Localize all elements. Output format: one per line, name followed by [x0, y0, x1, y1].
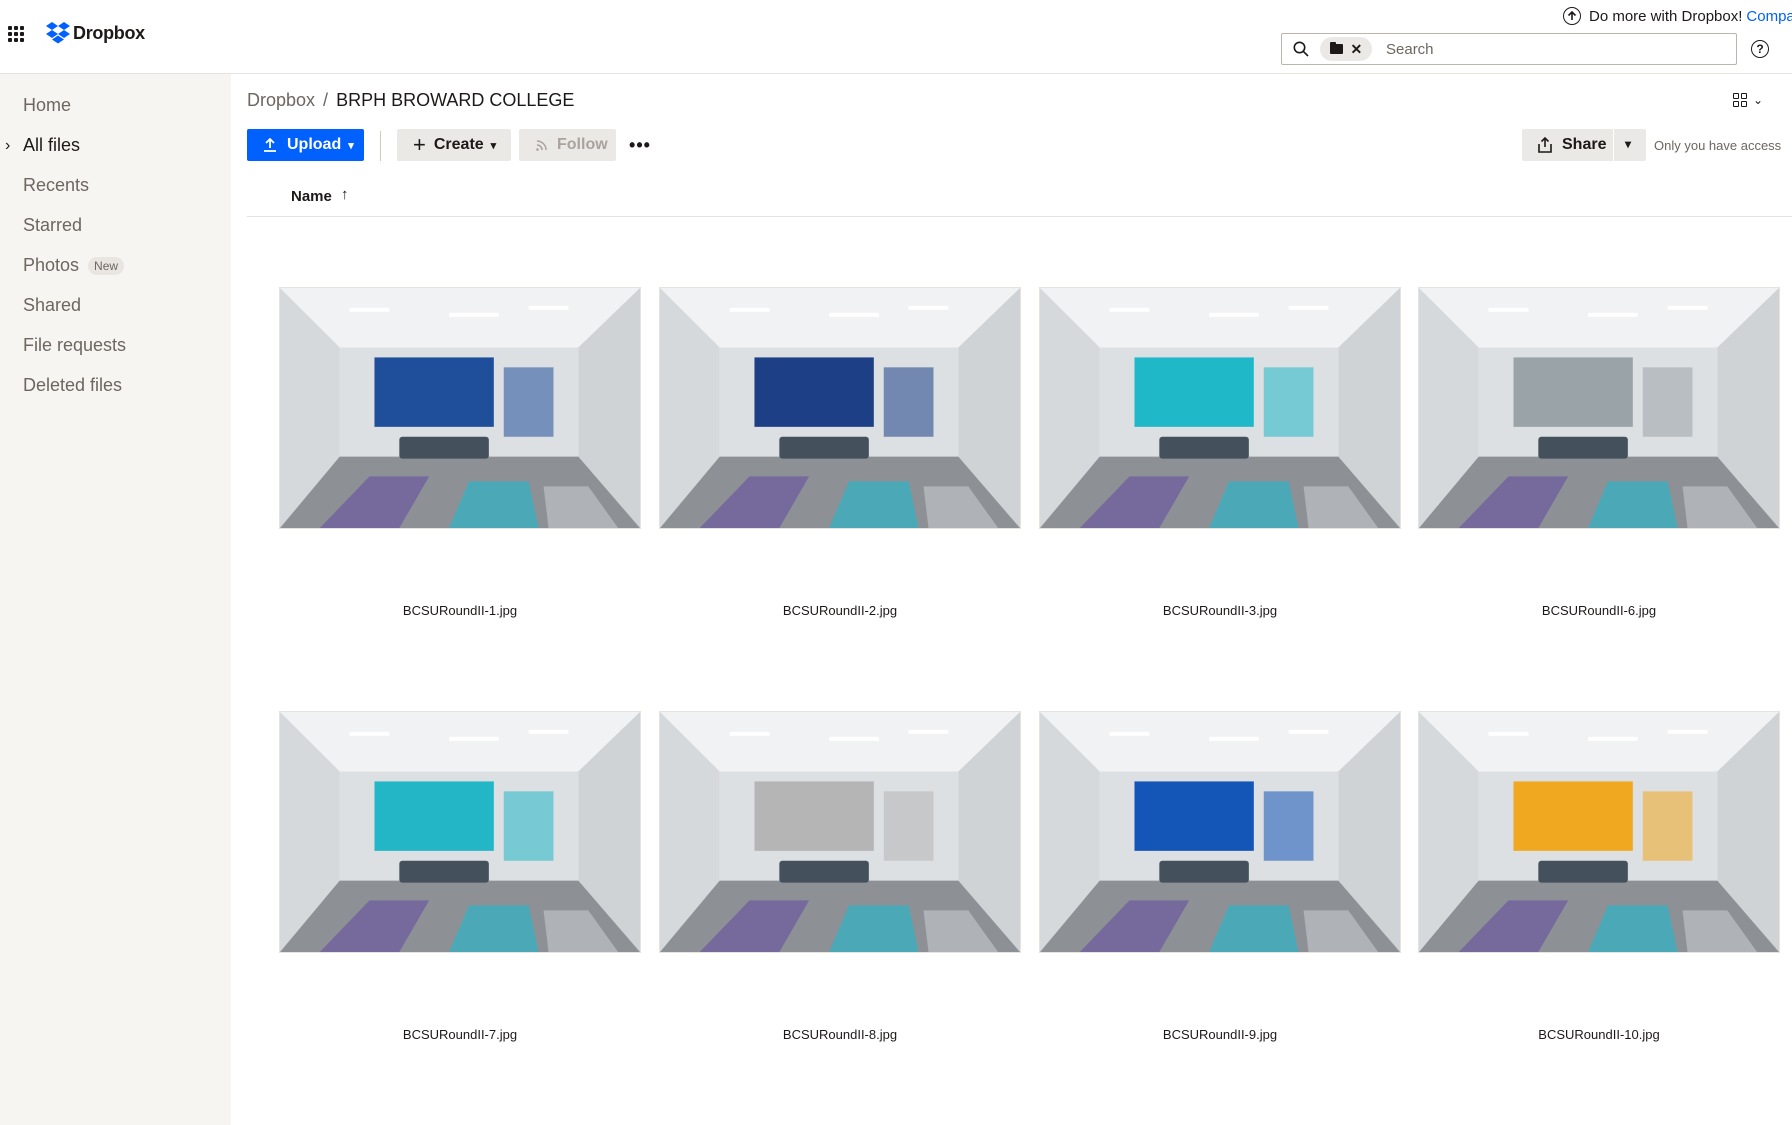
- sidebar-item-photos[interactable]: Photos New: [23, 255, 125, 276]
- chevron-down-icon: ▾: [490, 139, 497, 152]
- file-tile[interactable]: BCSURoundII-10.jpg: [1418, 711, 1780, 1042]
- sidebar-item-label: Starred: [23, 215, 83, 235]
- share-dropdown-icon[interactable]: ▾: [1625, 137, 1631, 151]
- more-actions-button[interactable]: •••: [628, 129, 652, 161]
- more-icon: •••: [629, 134, 651, 155]
- file-tile[interactable]: BCSURoundII-1.jpg: [279, 287, 641, 618]
- sidebar-item-recents[interactable]: Recents: [23, 175, 89, 196]
- file-tile[interactable]: BCSURoundII-3.jpg: [1039, 287, 1401, 618]
- file-tile[interactable]: BCSURoundII-9.jpg: [1039, 711, 1401, 1042]
- file-tile[interactable]: BCSURoundII-8.jpg: [659, 711, 1021, 1042]
- access-status: Only you have access: [1654, 138, 1782, 153]
- chevron-down-icon: ⌄: [1753, 93, 1764, 107]
- promo-link[interactable]: Compa: [1746, 8, 1792, 25]
- search-scope-chip[interactable]: ✕: [1320, 37, 1372, 61]
- photo-image: [1419, 288, 1779, 528]
- create-button[interactable]: + Create ▾: [397, 129, 511, 161]
- file-thumbnail[interactable]: [1418, 287, 1780, 529]
- clear-scope-icon[interactable]: ✕: [1350, 42, 1362, 56]
- file-name[interactable]: BCSURoundII-1.jpg: [279, 603, 641, 618]
- toolbar-divider: [380, 131, 381, 161]
- plus-icon: +: [413, 132, 426, 157]
- chevron-right-icon[interactable]: ›: [5, 137, 10, 155]
- file-name[interactable]: BCSURoundII-7.jpg: [279, 1027, 641, 1042]
- upgrade-arrow-icon: [1563, 7, 1581, 25]
- sidebar-item-label: Recents: [23, 175, 90, 195]
- dropbox-logo-icon: [46, 22, 70, 44]
- file-tile[interactable]: BCSURoundII-6.jpg: [1418, 287, 1780, 618]
- top-header: Dropbox Do more with Dropbox! Compa ✕ ?: [0, 0, 1792, 74]
- sidebar-item-label: Home: [23, 95, 72, 115]
- file-name[interactable]: BCSURoundII-6.jpg: [1418, 603, 1780, 618]
- file-thumbnail[interactable]: [659, 287, 1021, 529]
- chevron-down-icon: ▾: [348, 139, 354, 152]
- sidebar-item-label: Deleted files: [23, 375, 123, 395]
- file-name[interactable]: BCSURoundII-9.jpg: [1039, 1027, 1401, 1042]
- grid-view-icon: [1733, 93, 1747, 107]
- photo-image: [280, 288, 640, 528]
- view-mode-toggle[interactable]: ⌄: [1733, 93, 1763, 107]
- sidebar-item-all-files[interactable]: › All files: [5, 135, 81, 156]
- file-thumbnail[interactable]: [659, 711, 1021, 953]
- create-label: Create: [433, 136, 484, 153]
- share-button[interactable]: Share ▾: [1522, 129, 1646, 161]
- photo-image: [280, 712, 640, 952]
- help-icon[interactable]: ?: [1751, 40, 1769, 58]
- follow-label: Follow: [557, 136, 608, 153]
- file-name[interactable]: BCSURoundII-8.jpg: [659, 1027, 1021, 1042]
- new-badge: New: [88, 256, 125, 275]
- sidebar-item-label: All files: [23, 135, 81, 155]
- upload-button[interactable]: Upload ▾: [247, 129, 364, 161]
- breadcrumb-root-link[interactable]: Dropbox: [247, 90, 315, 111]
- file-name[interactable]: BCSURoundII-2.jpg: [659, 603, 1021, 618]
- photo-image: [1419, 712, 1779, 952]
- sidebar-item-shared[interactable]: Shared: [23, 295, 81, 316]
- file-tile[interactable]: BCSURoundII-7.jpg: [279, 711, 641, 1042]
- name-column-header[interactable]: Name: [291, 188, 332, 205]
- promo-text: Do more with Dropbox!: [1589, 7, 1743, 25]
- sidebar: Home › All files Recents Starred Photos …: [0, 74, 231, 1125]
- file-name[interactable]: BCSURoundII-3.jpg: [1039, 603, 1401, 618]
- breadcrumb: Dropbox / BRPH BROWARD COLLEGE: [247, 90, 574, 111]
- search-icon: [1293, 41, 1309, 57]
- sidebar-item-home[interactable]: Home: [23, 95, 71, 116]
- rss-icon: [536, 140, 547, 151]
- dropbox-logo[interactable]: Dropbox: [46, 22, 145, 44]
- app-grid-icon[interactable]: [8, 26, 24, 42]
- photo-image: [1040, 712, 1400, 952]
- follow-button[interactable]: Follow: [519, 129, 616, 161]
- promo-banner: Do more with Dropbox! Compa: [1563, 7, 1792, 25]
- file-name[interactable]: BCSURoundII-10.jpg: [1418, 1027, 1780, 1042]
- share-label: Share: [1562, 136, 1607, 153]
- search-bar[interactable]: ✕: [1281, 33, 1737, 65]
- photo-image: [1040, 288, 1400, 528]
- logo-text: Dropbox: [73, 22, 145, 43]
- sort-ascending-icon[interactable]: ↑: [341, 186, 349, 203]
- folder-icon: [1329, 42, 1343, 54]
- photo-image: [660, 288, 1020, 528]
- upload-icon: [264, 138, 276, 152]
- upload-label: Upload: [287, 136, 342, 153]
- file-thumbnail[interactable]: [1039, 711, 1401, 953]
- file-tile[interactable]: BCSURoundII-2.jpg: [659, 287, 1021, 618]
- file-thumbnail[interactable]: [1039, 287, 1401, 529]
- file-thumbnail[interactable]: [279, 711, 641, 953]
- share-divider: [1613, 129, 1614, 161]
- sidebar-item-label: Shared: [23, 295, 82, 315]
- file-thumbnail[interactable]: [279, 287, 641, 529]
- photo-image: [660, 712, 1020, 952]
- share-icon: [1538, 137, 1552, 153]
- sidebar-item-file-requests[interactable]: File requests: [23, 335, 126, 356]
- file-thumbnail[interactable]: [1418, 711, 1780, 953]
- file-list-header: Name ↑: [247, 176, 1792, 217]
- search-input[interactable]: [1386, 40, 1716, 58]
- sidebar-item-deleted-files[interactable]: Deleted files: [23, 375, 122, 396]
- sidebar-item-label: File requests: [23, 335, 127, 355]
- sidebar-item-starred[interactable]: Starred: [23, 215, 82, 236]
- breadcrumb-separator: /: [323, 90, 329, 110]
- sidebar-item-label: Photos: [23, 255, 80, 275]
- page-title: BRPH BROWARD COLLEGE: [336, 90, 575, 110]
